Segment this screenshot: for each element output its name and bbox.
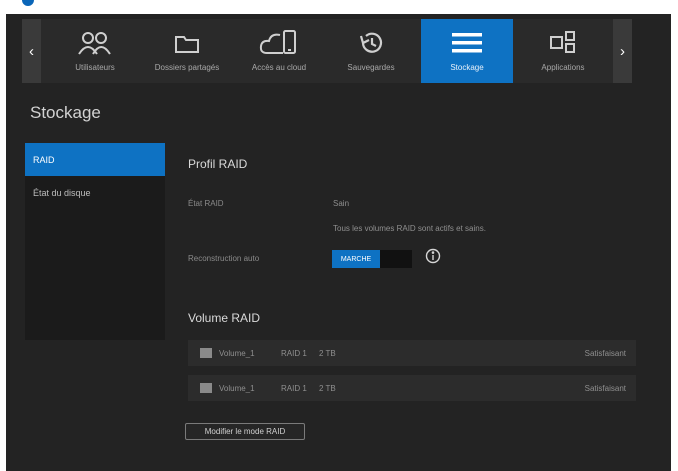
info-icon[interactable] xyxy=(425,248,441,269)
volume-name: Volume_1 xyxy=(219,383,255,393)
cloud-device-icon xyxy=(259,28,299,58)
volume-status: Satisfaisant xyxy=(584,383,626,393)
nav-item-cloud-access[interactable]: Accès au cloud xyxy=(233,19,325,83)
nav-item-label: Applications xyxy=(541,63,585,72)
nav-item-label: Stockage xyxy=(450,63,484,72)
nav-item-label: Utilisateurs xyxy=(75,63,115,72)
volume-size: 2 TB xyxy=(319,383,336,393)
nav-item-label: Sauvegardes xyxy=(347,63,395,72)
raid-profile-title: Profil RAID xyxy=(188,157,248,171)
nav-item-label: Accès au cloud xyxy=(251,63,307,72)
history-icon xyxy=(357,28,385,58)
page-title: Stockage xyxy=(30,103,101,122)
top-strip xyxy=(0,0,678,14)
toggle-off-part xyxy=(380,250,412,268)
raid-state-label: État RAID xyxy=(188,199,224,208)
users-icon xyxy=(77,28,113,58)
sidebar-item-label: État du disque xyxy=(33,187,91,198)
raid-volume-title: Volume RAID xyxy=(188,311,261,325)
nav-prev-button[interactable]: ‹ xyxy=(22,19,41,83)
sidebar-item-raid[interactable]: RAID xyxy=(25,143,165,176)
logo-icon xyxy=(22,0,34,6)
nav-bar: ‹ Utilisateurs Dossiers partagés Accès a… xyxy=(22,19,632,83)
nav-item-storage[interactable]: Stockage xyxy=(421,19,513,83)
folder-icon xyxy=(174,28,200,58)
disk-icon xyxy=(200,383,212,393)
nav-item-apps[interactable]: Applications xyxy=(517,19,609,83)
nav-next-button[interactable]: › xyxy=(613,19,632,83)
nav-item-shared-folders[interactable]: Dossiers partagés xyxy=(141,19,233,83)
table-row[interactable]: Volume_1 RAID 1 2 TB Satisfaisant xyxy=(188,340,636,366)
nav-item-users[interactable]: Utilisateurs xyxy=(49,19,141,83)
chevron-left-icon: ‹ xyxy=(29,42,34,60)
sidebar-item-disk-status[interactable]: État du disque xyxy=(25,176,165,209)
volume-name: Volume_1 xyxy=(219,348,255,358)
chevron-right-icon: › xyxy=(620,42,625,60)
table-row[interactable]: Volume_1 RAID 1 2 TB Satisfaisant xyxy=(188,375,636,401)
volume-status: Satisfaisant xyxy=(584,348,626,358)
volume-size: 2 TB xyxy=(319,348,336,358)
sidebar-item-label: RAID xyxy=(33,154,55,165)
storage-icon xyxy=(450,28,484,58)
auto-rebuild-toggle[interactable]: MARCHE xyxy=(332,250,412,268)
sidebar: RAID État du disque xyxy=(25,143,165,340)
raid-state-note: Tous les volumes RAID sont actifs et sai… xyxy=(333,224,486,233)
modify-raid-mode-button[interactable]: Modifier le mode RAID xyxy=(185,423,305,440)
auto-rebuild-label: Reconstruction auto xyxy=(188,254,260,263)
disk-icon xyxy=(200,348,212,358)
volume-raid: RAID 1 xyxy=(281,383,307,393)
apps-icon xyxy=(549,28,577,58)
nav-item-label: Dossiers partagés xyxy=(154,63,220,72)
raid-state-value: Sain xyxy=(333,199,350,208)
volume-raid: RAID 1 xyxy=(281,348,307,358)
nav-item-backups[interactable]: Sauvegardes xyxy=(325,19,417,83)
toggle-on-label: MARCHE xyxy=(332,250,380,268)
